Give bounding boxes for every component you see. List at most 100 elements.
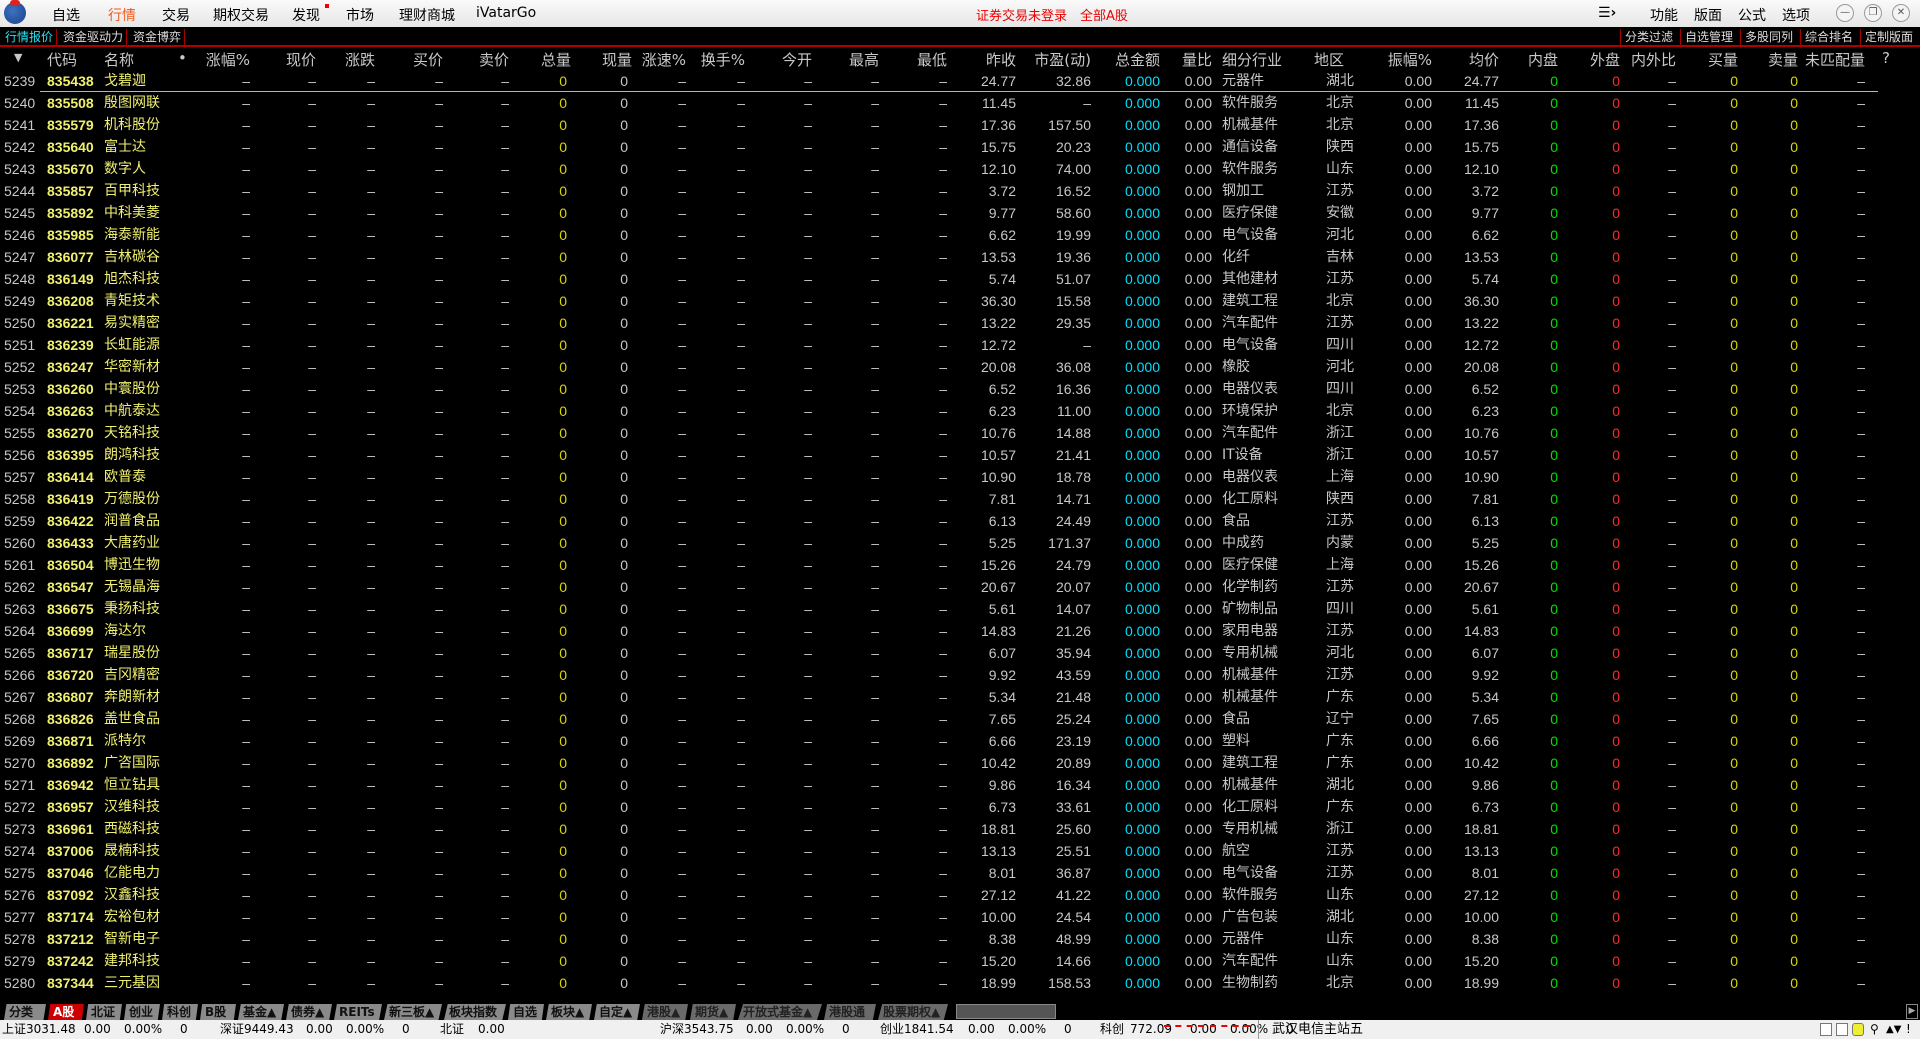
table-row[interactable]: 5264 836699 海达尔 – – – – –0 0– – – – –14.83 21.26 0.000… xyxy=(0,620,1920,642)
hamburger-menu-icon[interactable]: ☰› xyxy=(1598,5,1616,21)
table-row[interactable]: 5258 836419 万德股份 – – – – –0 0– – – – –7.81 14.71 0.000… xyxy=(0,488,1920,510)
server-name[interactable]: 武汉电信主站五 xyxy=(1272,1020,1363,1039)
bottom-tab[interactable]: 板块▲ xyxy=(546,1004,592,1020)
table-row[interactable]: 5279 837242 建邦科技 – – – – – 0 0 – – – – – 15.20 14.66 0.00… xyxy=(0,950,1920,972)
column-header[interactable]: 昨收 xyxy=(986,49,1016,70)
column-header[interactable]: 外盘 xyxy=(1590,49,1620,70)
column-header[interactable]: 地区 xyxy=(1314,49,1344,70)
table-row[interactable]: 5271 836942 恒立钻具 – – – – –0 0– – – – –9.86 16.34 0.000… xyxy=(0,774,1920,796)
menu-discover[interactable]: 发现 xyxy=(292,5,320,25)
menu-function[interactable]: 功能 xyxy=(1650,5,1678,25)
table-row[interactable]: 5257 836414 欧普泰 – – – – –0 0– – – – –10.90 18.78 0.000… xyxy=(0,466,1920,488)
column-header[interactable]: 均价 xyxy=(1469,49,1499,70)
bottom-tab[interactable]: REITs xyxy=(334,1004,382,1020)
column-header[interactable]: 现价 xyxy=(286,49,316,70)
column-header[interactable]: 未匹配量 xyxy=(1805,49,1865,70)
list-icon[interactable] xyxy=(1836,1023,1848,1036)
bottom-tab[interactable]: 分类▲ xyxy=(4,1004,46,1020)
column-header[interactable]: 代码 xyxy=(47,49,77,70)
bottom-tab[interactable]: 港股▲ xyxy=(642,1004,688,1020)
table-row[interactable]: 5251 836239 长虹能源 – – – – –0 0– – – – –12.72–0.000 0.0… xyxy=(0,334,1920,356)
column-header[interactable]: 卖量 xyxy=(1768,49,1798,70)
table-row[interactable]: 5269 836871 派特尔 – – – – –0 0– – – – –6.66 23.19 0.000 0… xyxy=(0,730,1920,752)
bottom-tab[interactable]: 开放式基金▲ xyxy=(738,1004,822,1020)
table-row[interactable]: 5262 836547 无锡晶海 – – – – – 0 0 – – – – – 20.67 20.07 0.00… xyxy=(0,576,1920,598)
column-header[interactable]: • xyxy=(178,49,187,67)
info-icon[interactable]: ! xyxy=(1906,1020,1911,1039)
table-row[interactable]: 5270 836892 广咨国际 – – – – – 0 0 – – – – – 10.42 20.89 0.00… xyxy=(0,752,1920,774)
tab-capital-drive[interactable]: 资金驱动力 xyxy=(60,29,128,47)
scroll-right-icon[interactable]: ▶ xyxy=(1906,1004,1918,1019)
column-header[interactable]: 总量 xyxy=(541,49,571,70)
column-header[interactable]: 名称 xyxy=(104,49,134,70)
table-row[interactable]: 5253 836260 中寰股份 – – – – –0 0– – – – –6.52 16.36 0.000… xyxy=(0,378,1920,400)
menu-layout[interactable]: 版面 xyxy=(1694,5,1722,25)
bottom-tab[interactable]: 创业 xyxy=(124,1004,160,1020)
column-header[interactable]: 市盈(动) xyxy=(1034,49,1091,70)
bottom-tab[interactable]: 期货▲ xyxy=(690,1004,736,1020)
table-row[interactable]: 5246 835985 海泰新能 – – – – –0 0– – – – –6.62 19.99 0.000… xyxy=(0,224,1920,246)
bottom-tab[interactable]: 自定▲ xyxy=(594,1004,640,1020)
bottom-tab[interactable]: 股票期权▲ xyxy=(878,1004,948,1020)
table-row[interactable]: 5242 835640 富士达 – – – – –0 0– – – – –15.75 20.23 0.000… xyxy=(0,136,1920,158)
bottom-tab[interactable]: 港股通 xyxy=(824,1004,876,1020)
table-row[interactable]: 5255 836270 天铭科技 – – – – – 0 0 – – – – – 10.76 14.88 0.00… xyxy=(0,422,1920,444)
updown-icon[interactable]: ▲▼ xyxy=(1886,1020,1901,1039)
table-row[interactable]: 5252 836247 华密新材 – – – – – 0 0 – – – – – 20.08 36.08 0.00… xyxy=(0,356,1920,378)
table-row[interactable]: 5263 836675 秉扬科技 – – – – –0 0– – – – –5.61 14.07 0.000… xyxy=(0,598,1920,620)
menu-options-trade[interactable]: 期权交易 xyxy=(213,5,269,25)
column-header[interactable]: 卖价 xyxy=(479,49,509,70)
table-row[interactable]: 5247 836077 吉林碳谷 – – – – – 0 0 – – – – – 13.53 19.36 0.00… xyxy=(0,246,1920,268)
index-kc[interactable]: 科创 xyxy=(1100,1020,1124,1039)
horizontal-scrollbar[interactable] xyxy=(956,1004,1056,1019)
btn-multi-stock[interactable]: 多股同列 xyxy=(1740,29,1797,47)
minimize-icon[interactable]: — xyxy=(1836,4,1854,22)
column-header[interactable]: 涨幅% xyxy=(206,49,250,70)
column-header[interactable]: 今开 xyxy=(782,49,812,70)
table-row[interactable]: 5250 836221 易实精密 – – – – – 0 0 – – – – – 13.22 29.35 0.00… xyxy=(0,312,1920,334)
btn-custom-layout[interactable]: 定制版面 xyxy=(1860,29,1917,47)
column-header[interactable]: 最高 xyxy=(849,49,879,70)
table-row[interactable]: 5272 836957 汉维科技 – – – – –0 0– – – – –6.73 33.61 0.000… xyxy=(0,796,1920,818)
menu-trade[interactable]: 交易 xyxy=(162,5,190,25)
table-row[interactable]: 5265 836717 瑞星股份 – – – – –0 0– – – – –6.07 35.94 0.000… xyxy=(0,642,1920,664)
bottom-tab[interactable]: 科创 xyxy=(162,1004,198,1020)
column-header[interactable]: 涨跌 xyxy=(345,49,375,70)
table-row[interactable]: 5273 836961 西磁科技 – – – – – 0 0 – – – – – 18.81 25.60 0.00… xyxy=(0,818,1920,840)
menu-options[interactable]: 选项 xyxy=(1782,5,1810,25)
column-header[interactable]: 最低 xyxy=(917,49,947,70)
table-row[interactable]: 5260 836433 大唐药业 – – – – – 0 0 – – – – – 5.25 171.37 0.00… xyxy=(0,532,1920,554)
coin-icon[interactable] xyxy=(1852,1023,1864,1036)
table-row[interactable]: 5274 837006 晟楠科技 – – – – – 0 0 – – – – – 13.13 25.51 0.00… xyxy=(0,840,1920,862)
table-row[interactable]: 5243 835670 数字人 – – – – –0 0– – – – –12.10 74.00 0.000… xyxy=(0,158,1920,180)
bottom-tab[interactable]: 债券▲ xyxy=(286,1004,332,1020)
pin-icon[interactable]: ⚲ xyxy=(1870,1020,1879,1039)
table-row[interactable]: 5254 836263 中航泰达 – – – – –0 0– – – – –6.23 11.00 0.000… xyxy=(0,400,1920,422)
bottom-tab[interactable]: B股 xyxy=(200,1004,236,1020)
tab-capital-game[interactable]: 资金博弈 xyxy=(130,29,186,47)
window-icon[interactable] xyxy=(1820,1023,1832,1036)
table-row[interactable]: 5266 836720 吉冈精密 – – – – –0 0– – – – –9.92 43.59 0.000… xyxy=(0,664,1920,686)
table-row[interactable]: 5268 836826 盖世食品 – – – – –0 0– – – – –7.65 25.24 0.000… xyxy=(0,708,1920,730)
restore-icon[interactable]: ❐ xyxy=(1864,4,1882,22)
table-row[interactable]: 5275 837046 亿能电力 – – – – –0 0– – – – –8.01 36.87 0.000… xyxy=(0,862,1920,884)
index-hs[interactable]: 沪深3543.75 xyxy=(660,1020,734,1039)
column-header[interactable]: 涨速% xyxy=(642,49,686,70)
menu-quotes[interactable]: 行情 xyxy=(108,5,136,25)
table-row[interactable]: 5261 836504 博迅生物 – – – – – 0 0 – – – – – 15.26 24.79 0.00… xyxy=(0,554,1920,576)
table-row[interactable]: 5244 835857 百甲科技 – – – – –0 0– – – – –3.72 16.52 0.000… xyxy=(0,180,1920,202)
index-sz[interactable]: 深证9449.43 xyxy=(220,1020,294,1039)
column-header[interactable]: 量比 xyxy=(1182,49,1212,70)
table-row[interactable]: 5249 836208 青矩技术 – – – – – 0 0 – – – – – 36.30 15.58 0.00… xyxy=(0,290,1920,312)
bottom-tab[interactable]: 北证 xyxy=(86,1004,122,1020)
column-header[interactable]: 买量 xyxy=(1708,49,1738,70)
close-icon[interactable]: ✕ xyxy=(1892,4,1910,22)
btn-watchlist-manage[interactable]: 自选管理 xyxy=(1680,29,1737,47)
column-header[interactable]: 细分行业 xyxy=(1222,49,1282,70)
column-header[interactable]: 换手% xyxy=(701,49,745,70)
column-header[interactable]: 内外比 xyxy=(1631,49,1676,70)
table-row[interactable]: 5241 835579 机科股份 – – – – – 0 0 – – – – – 17.36 157.50 0.0… xyxy=(0,114,1920,136)
table-row[interactable]: 5277 837174 宏裕包材 – – – – – 0 0 – – – – – 10.00 24.54 0.00… xyxy=(0,906,1920,928)
login-status[interactable]: 证券交易未登录 xyxy=(976,5,1067,24)
tab-quote-list[interactable]: 行情报价 xyxy=(2,29,58,47)
